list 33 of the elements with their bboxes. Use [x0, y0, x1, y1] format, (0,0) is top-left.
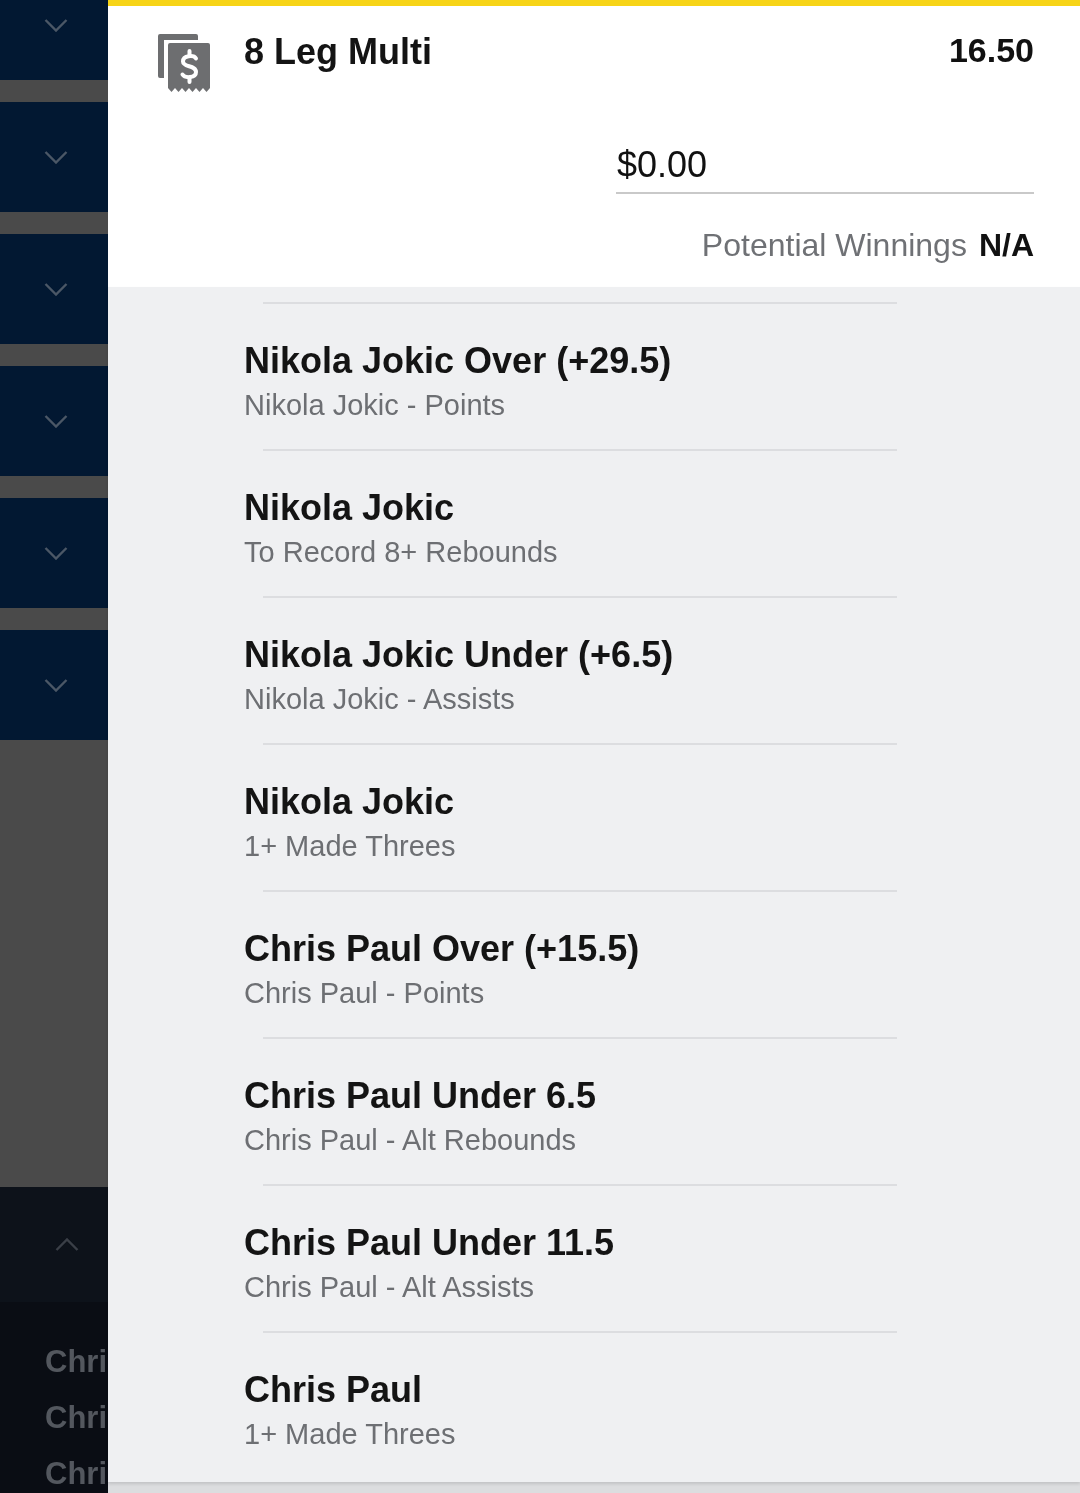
leg-market: Chris Paul - Alt Assists	[244, 1270, 536, 1305]
winnings-value: N/A	[978, 226, 1034, 265]
chevron-down-icon[interactable]	[44, 546, 68, 560]
leg-market: To Record 8+ Rebounds	[244, 535, 559, 570]
receipt-dollar-icon	[158, 34, 210, 92]
leg-market: 1+ Made Threes	[244, 1417, 457, 1452]
bet-odds: 16.50	[948, 30, 1034, 71]
leg-market: Nikola Jokic - Points	[244, 388, 507, 423]
leg-selection: Chris Paul	[244, 1368, 424, 1412]
list-item-text[interactable]: Chri	[45, 1334, 108, 1390]
leg-market: 1+ Made Threes	[244, 829, 457, 864]
list-item-text[interactable]: Chri	[45, 1446, 108, 1493]
leg-selection: Nikola Jokic Over (+29.5)	[244, 339, 673, 383]
list-item-text[interactable]: Chri	[45, 1390, 108, 1446]
bet-title: 8 Leg Multi	[244, 30, 433, 74]
chevron-up-icon[interactable]	[55, 1238, 79, 1251]
leg-selection: Chris Paul Over (+15.5)	[244, 927, 641, 971]
leg-selection: Chris Paul Under 11.5	[244, 1221, 616, 1265]
chevron-down-icon[interactable]	[44, 414, 68, 428]
stake-input[interactable]: $0.00	[616, 143, 1034, 194]
chevron-down-icon[interactable]	[44, 150, 68, 164]
leg-market: Chris Paul - Alt Rebounds	[244, 1123, 578, 1158]
chevron-down-icon[interactable]	[44, 18, 68, 32]
leg-selection: Nikola Jokic Under (+6.5)	[244, 633, 675, 677]
winnings-label: Potential Winnings	[701, 226, 967, 265]
leg-market: Nikola Jokic - Assists	[244, 682, 516, 717]
leg-market: Chris Paul - Points	[244, 976, 486, 1011]
section-bar[interactable]	[0, 1187, 108, 1302]
chevron-down-icon[interactable]	[44, 678, 68, 692]
leg-selection: Nikola Jokic	[244, 780, 456, 824]
leg-selection: Nikola Jokic	[244, 486, 456, 530]
leg-selection: Chris Paul Under 6.5	[244, 1074, 598, 1118]
chevron-down-icon[interactable]	[44, 282, 68, 296]
